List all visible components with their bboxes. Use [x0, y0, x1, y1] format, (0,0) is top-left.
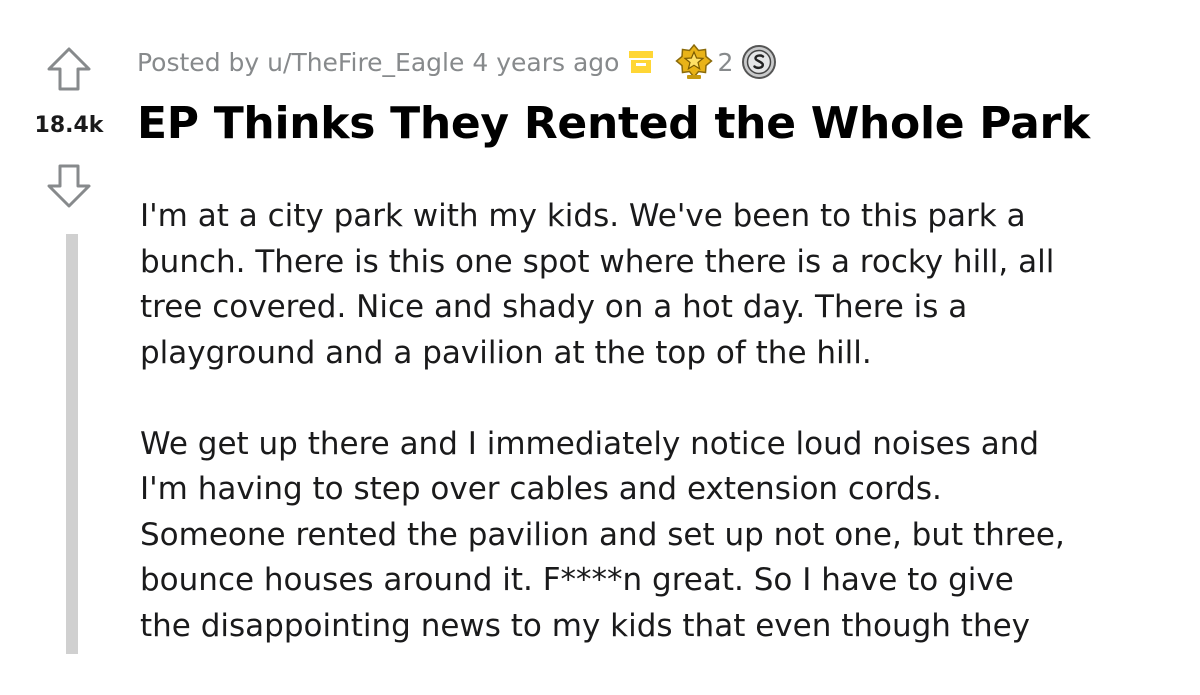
post-title[interactable]: EP Thinks They Rented the Whole Park [137, 98, 1090, 149]
post-body: I'm at a city park with my kids. We've b… [140, 194, 1180, 695]
gold-star-award-icon[interactable] [675, 43, 714, 81]
archive-box-icon [629, 51, 654, 73]
vote-column: 18.4k [0, 0, 138, 654]
posted-by-label: Posted by [137, 47, 260, 77]
vote-score: 18.4k [34, 113, 104, 138]
award-count: 2 [717, 47, 734, 77]
paragraph: I'm at a city park with my kids. We've b… [140, 198, 1055, 371]
thread-line[interactable] [66, 234, 78, 654]
downvote-arrow-icon[interactable] [44, 160, 94, 210]
post-meta: Posted by u/TheFire_Eagle 4 years ago 2 [137, 43, 777, 81]
post-age[interactable]: 4 years ago [472, 48, 619, 77]
author-link[interactable]: u/TheFire_Eagle [267, 48, 464, 77]
upvote-arrow-icon[interactable] [44, 45, 94, 95]
silver-coin-award-icon[interactable] [741, 44, 777, 80]
paragraph: We get up there and I immediately notice… [140, 425, 1065, 644]
